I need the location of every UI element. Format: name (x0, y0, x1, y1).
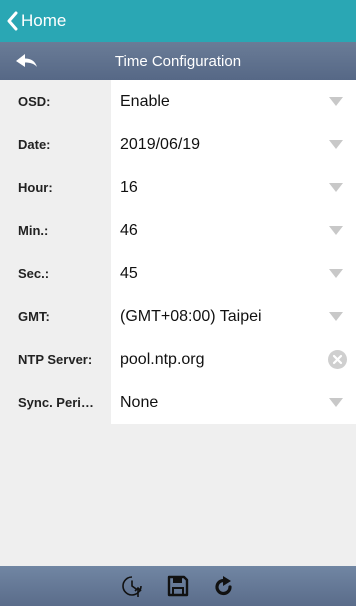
dropdown-caret-icon (329, 97, 343, 106)
refresh-button[interactable] (211, 573, 237, 599)
field-label-min: Min.: (0, 209, 111, 252)
sec-value: 45 (120, 264, 138, 282)
home-back-button[interactable]: Home (0, 0, 66, 42)
field-row-min: Min.: 46 (0, 209, 356, 252)
back-arrow-icon[interactable] (14, 51, 40, 71)
field-label-sec: Sec.: (0, 252, 111, 295)
clear-input-icon[interactable] (328, 350, 347, 369)
bottom-toolbar (0, 566, 356, 606)
gmt-select[interactable]: (GMT+08:00) Taipei (111, 295, 356, 338)
field-row-sec: Sec.: 45 (0, 252, 356, 295)
hour-value: 16 (120, 178, 138, 196)
field-row-osd: OSD: Enable (0, 80, 356, 123)
field-label-sync-period: Sync. Peri… (0, 381, 111, 424)
dropdown-caret-icon (329, 183, 343, 192)
osd-select[interactable]: Enable (111, 80, 356, 123)
field-row-hour: Hour: 16 (0, 166, 356, 209)
save-icon (167, 575, 189, 597)
osd-value: Enable (120, 92, 170, 110)
field-label-ntp-server: NTP Server: (0, 338, 111, 381)
dropdown-caret-icon (329, 269, 343, 278)
field-row-gmt: GMT: (GMT+08:00) Taipei (0, 295, 356, 338)
ntp-server-input[interactable]: pool.ntp.org (111, 338, 356, 381)
save-button[interactable] (165, 573, 191, 599)
settings-form: OSD: Enable Date: 2019/06/19 Hour: 16 Mi… (0, 80, 356, 424)
field-label-gmt: GMT: (0, 295, 111, 338)
top-nav-bar: Home (0, 0, 356, 42)
gmt-value: (GMT+08:00) Taipei (120, 307, 262, 325)
field-label-osd: OSD: (0, 80, 111, 123)
sync-time-icon (122, 576, 142, 597)
hour-select[interactable]: 16 (111, 166, 356, 209)
refresh-icon (215, 576, 232, 596)
min-select[interactable]: 46 (111, 209, 356, 252)
field-row-sync-period: Sync. Peri… None (0, 381, 356, 424)
sec-select[interactable]: 45 (111, 252, 356, 295)
dropdown-caret-icon (329, 312, 343, 321)
dropdown-caret-icon (329, 140, 343, 149)
home-back-label: Home (21, 11, 67, 30)
field-label-hour: Hour: (0, 166, 111, 209)
sync-period-value: None (120, 393, 159, 411)
date-select[interactable]: 2019/06/19 (111, 123, 356, 166)
sync-period-select[interactable]: None (111, 381, 356, 424)
dropdown-caret-icon (329, 226, 343, 235)
dropdown-caret-icon (329, 398, 343, 407)
field-label-date: Date: (0, 123, 111, 166)
ntp-server-value: pool.ntp.org (120, 350, 205, 368)
sync-time-button[interactable] (119, 573, 145, 599)
chevron-left-icon (7, 11, 18, 31)
field-row-ntp-server: NTP Server: pool.ntp.org (0, 338, 356, 381)
date-value: 2019/06/19 (120, 135, 201, 153)
field-row-date: Date: 2019/06/19 (0, 123, 356, 166)
page-header: Time Configuration (0, 42, 356, 80)
page-title: Time Configuration (114, 52, 242, 70)
min-value: 46 (120, 221, 138, 239)
